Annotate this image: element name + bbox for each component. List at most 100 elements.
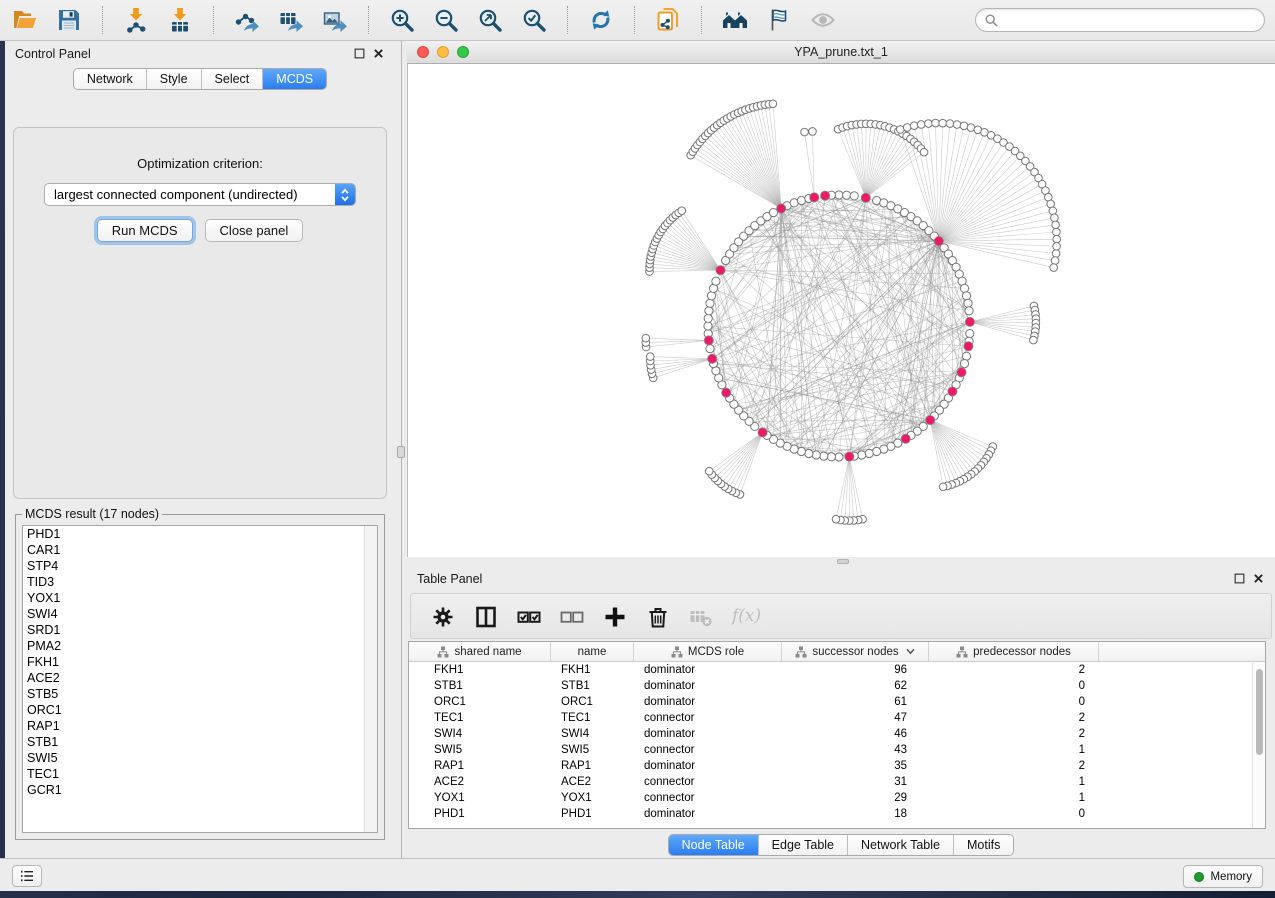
zoom-in-button[interactable] xyxy=(387,5,417,35)
mcds-result-item[interactable]: FKH1 xyxy=(23,654,377,670)
mcds-result-item[interactable]: STB5 xyxy=(23,686,377,702)
export-image-button[interactable] xyxy=(320,5,350,35)
table-scrollbar[interactable] xyxy=(1252,663,1265,828)
horizontal-splitter[interactable] xyxy=(407,557,1275,566)
export-network-button[interactable] xyxy=(232,5,262,35)
column-header-successor-nodes[interactable]: successor nodes xyxy=(782,642,929,661)
destroy-table-icon xyxy=(689,605,711,629)
column-header-shared-name[interactable]: shared name xyxy=(409,642,551,661)
zoom-out-button[interactable] xyxy=(431,5,461,35)
mcds-result-item[interactable]: SRD1 xyxy=(23,622,377,638)
select-all-rows-icon xyxy=(517,605,539,629)
search-box[interactable] xyxy=(975,8,1265,32)
destroy-table-button[interactable] xyxy=(687,603,713,629)
vertical-splitter[interactable] xyxy=(395,41,407,858)
hide-selected-button[interactable] xyxy=(764,5,794,35)
column-header-name[interactable]: name xyxy=(551,642,634,661)
mcds-result-item[interactable]: TID3 xyxy=(23,574,377,590)
mcds-result-item[interactable]: GCR1 xyxy=(23,782,377,798)
toggle-columns-button[interactable] xyxy=(472,603,498,629)
run-mcds-button[interactable]: Run MCDS xyxy=(97,219,193,242)
mcds-list-scrollbar[interactable] xyxy=(364,526,377,832)
tab-mcds[interactable]: MCDS xyxy=(263,69,326,89)
import-table-button[interactable] xyxy=(165,5,195,35)
tab-network[interactable]: Network xyxy=(74,69,147,89)
tab-select[interactable]: Select xyxy=(202,69,264,89)
network-overview-button[interactable] xyxy=(653,5,683,35)
mcds-result-item[interactable]: SWI5 xyxy=(23,750,377,766)
table-row[interactable]: YOX1YOX1connector291 xyxy=(409,790,1265,806)
show-panels-button[interactable] xyxy=(12,865,42,887)
tab-edge-table[interactable]: Edge Table xyxy=(759,835,848,855)
tab-motifs[interactable]: Motifs xyxy=(954,835,1013,855)
select-all-rows-button[interactable] xyxy=(515,603,541,629)
mcds-result-item[interactable]: YOX1 xyxy=(23,590,377,606)
deselect-all-rows-button[interactable] xyxy=(558,603,584,629)
mcds-result-item[interactable]: SWI4 xyxy=(23,606,377,622)
create-column-button[interactable] xyxy=(601,603,627,629)
optimization-criterion-select[interactable]: largest connected component (undirected) xyxy=(44,183,356,206)
tab-style[interactable]: Style xyxy=(147,69,202,89)
table-row[interactable]: ORC1ORC1dominator610 xyxy=(409,694,1265,710)
column-header-predecessor-nodes[interactable]: predecessor nodes xyxy=(929,642,1099,661)
mcds-result-list: PHD1CAR1STP4TID3YOX1SWI4SRD1PMA2FKH1ACE2… xyxy=(22,525,378,833)
table-row[interactable]: RAP1RAP1dominator352 xyxy=(409,758,1265,774)
close-icon[interactable] xyxy=(1252,572,1265,585)
table-options-button[interactable] xyxy=(429,603,455,629)
float-icon[interactable] xyxy=(353,47,366,60)
show-all-button[interactable] xyxy=(808,5,838,35)
scrollbar-thumb[interactable] xyxy=(1256,669,1263,755)
mcds-result-item[interactable]: CAR1 xyxy=(23,542,377,558)
memory-button[interactable]: Memory xyxy=(1183,865,1263,888)
mcds-result-item[interactable]: ACE2 xyxy=(23,670,377,686)
close-icon[interactable] xyxy=(372,47,385,60)
zoom-selected-button[interactable] xyxy=(519,5,549,35)
control-panel-title: Control Panel xyxy=(15,47,91,61)
mcds-result-item[interactable]: STP4 xyxy=(23,558,377,574)
tab-node-table[interactable]: Node Table xyxy=(669,835,759,855)
attribute-icon xyxy=(671,646,683,658)
delete-columns-button[interactable] xyxy=(644,603,670,629)
search-input[interactable] xyxy=(1003,13,1255,27)
toolbar-separator xyxy=(567,6,568,34)
table-row[interactable]: TEC1TEC1connector472 xyxy=(409,710,1265,726)
mcds-result-item[interactable]: TEC1 xyxy=(23,766,377,782)
table-panel-title: Table Panel xyxy=(417,572,482,586)
table-header: shared namenameMCDS rolesuccessor nodesp… xyxy=(409,642,1265,662)
table-row[interactable]: FKH1FKH1dominator962 xyxy=(409,662,1265,678)
table-row[interactable]: STB1STB1dominator620 xyxy=(409,678,1265,694)
table-options-icon xyxy=(431,605,453,629)
memory-label: Memory xyxy=(1210,871,1252,883)
float-icon[interactable] xyxy=(1233,572,1246,585)
splitter-grip[interactable] xyxy=(837,559,849,564)
table-row[interactable]: SWI5SWI5connector431 xyxy=(409,742,1265,758)
column-header-MCDS-role[interactable]: MCDS role xyxy=(634,642,782,661)
network-canvas[interactable] xyxy=(407,64,1275,557)
toolbar-separator xyxy=(213,6,214,34)
import-network-button[interactable] xyxy=(121,5,151,35)
first-neighbors-button[interactable] xyxy=(720,5,750,35)
apply-layout-button[interactable] xyxy=(586,5,616,35)
function-builder-button[interactable]: f(x) xyxy=(730,603,756,629)
close-window-icon[interactable] xyxy=(417,46,429,58)
table-row[interactable]: PHD1PHD1dominator180 xyxy=(409,806,1265,822)
mcds-result-item[interactable]: RAP1 xyxy=(23,718,377,734)
open-file-button[interactable] xyxy=(10,5,40,35)
zoom-fit-button[interactable] xyxy=(475,5,505,35)
tab-network-table[interactable]: Network Table xyxy=(848,835,954,855)
mcds-result-title: MCDS result (17 nodes) xyxy=(22,507,162,521)
table-row[interactable]: SWI4SWI4dominator462 xyxy=(409,726,1265,742)
maximize-window-icon[interactable] xyxy=(457,46,469,58)
export-table-button[interactable] xyxy=(276,5,306,35)
close-panel-button[interactable]: Close panel xyxy=(205,219,304,242)
table-row[interactable]: ACE2ACE2connector311 xyxy=(409,774,1265,790)
mcds-result-item[interactable]: PMA2 xyxy=(23,638,377,654)
network-graph xyxy=(408,64,1275,557)
mcds-result-item[interactable]: STB1 xyxy=(23,734,377,750)
save-session-button[interactable] xyxy=(54,5,84,35)
mcds-result-item[interactable]: ORC1 xyxy=(23,702,377,718)
mcds-result-item[interactable]: PHD1 xyxy=(23,526,377,542)
delete-columns-icon xyxy=(646,605,668,629)
minimize-window-icon[interactable] xyxy=(437,46,449,58)
splitter-grip[interactable] xyxy=(397,446,405,458)
